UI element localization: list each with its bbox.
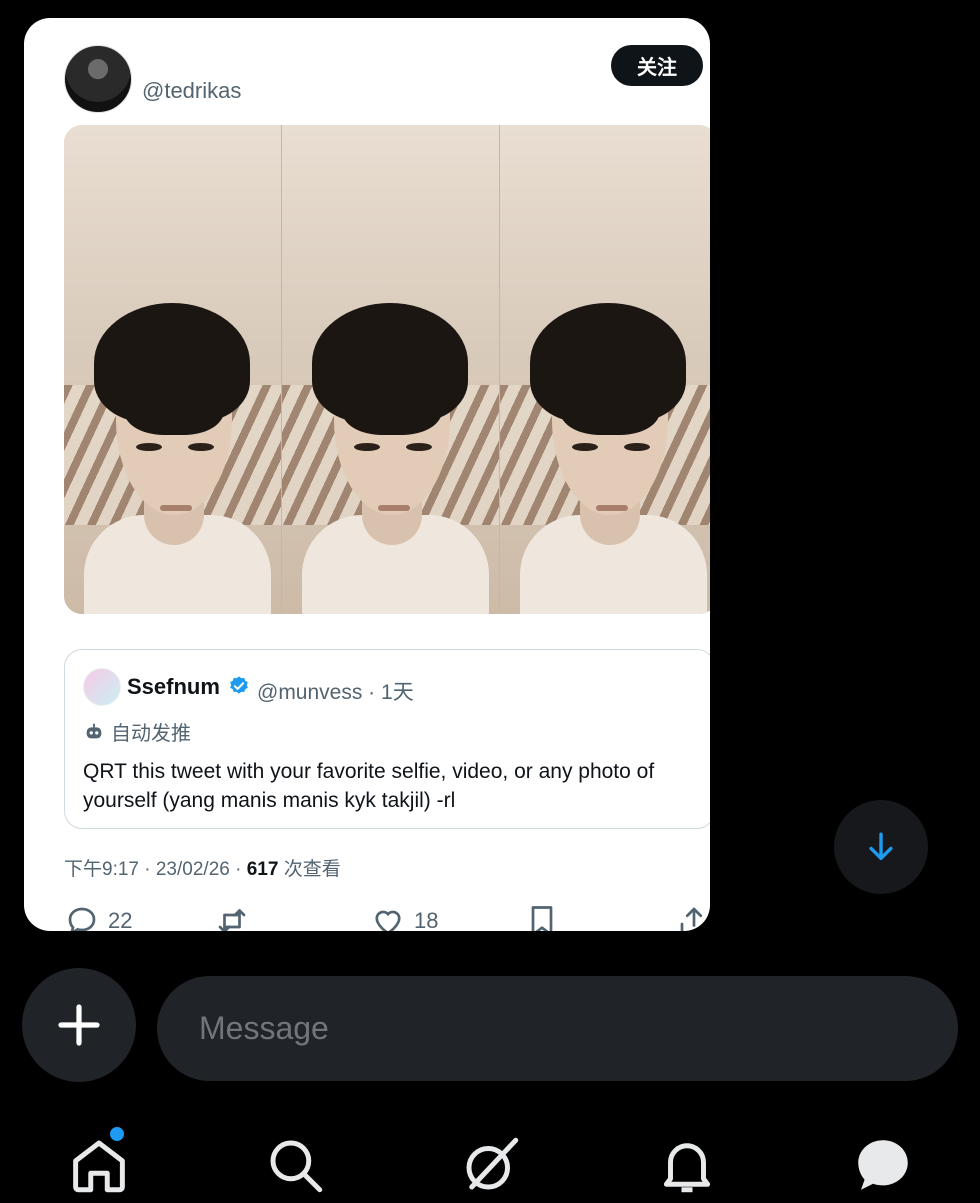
quoted-tweet[interactable]: Ssefnum @munvess · 1天 自动发推 QRT this twee… xyxy=(64,649,710,829)
follow-button[interactable]: 关注 xyxy=(611,45,703,86)
messages-icon xyxy=(858,1140,908,1190)
grok-icon xyxy=(466,1137,519,1190)
tab-search[interactable] xyxy=(262,1132,328,1198)
heart-icon xyxy=(375,910,401,931)
quoted-avatar[interactable] xyxy=(83,668,121,706)
bookmark-button[interactable] xyxy=(524,903,560,931)
home-icon xyxy=(73,1140,125,1193)
reply-button[interactable]: 22 xyxy=(64,903,132,931)
tab-home[interactable] xyxy=(66,1132,132,1198)
robot-icon xyxy=(86,723,102,738)
share-button[interactable] xyxy=(676,903,710,931)
tweet-actions: 22 18 xyxy=(64,903,710,931)
tab-notifications[interactable] xyxy=(654,1132,720,1198)
repost-icon xyxy=(218,909,246,931)
bottom-tab-bar xyxy=(0,1120,980,1200)
bookmark-icon xyxy=(531,906,553,931)
tweet-media[interactable] xyxy=(64,125,710,614)
tweet-meta: 下午9:17 · 23/02/26 · 617 次查看 xyxy=(64,854,341,881)
home-notification-dot xyxy=(110,1127,124,1141)
quoted-text: QRT this tweet with your favorite selfie… xyxy=(83,760,655,812)
selfie-photo xyxy=(500,125,710,614)
automated-text: 自动发推 xyxy=(111,723,191,745)
like-button[interactable]: 18 xyxy=(370,903,438,931)
selfie-photo xyxy=(64,125,282,614)
selfie-photo xyxy=(282,125,500,614)
search-icon xyxy=(270,1140,323,1193)
tab-grok[interactable] xyxy=(458,1132,524,1198)
share-icon xyxy=(680,907,708,931)
like-count: 18 xyxy=(414,908,439,931)
plus-icon xyxy=(58,1004,100,1046)
tweet-timestamp[interactable]: 下午9:17 · 23/02/26 · xyxy=(64,859,247,880)
quoted-display-name: Ssefnum xyxy=(127,674,220,699)
tweet-card[interactable]: @tedrikas 关注 Ssefnum @munvess · 1天 自动发推 … xyxy=(24,18,710,931)
quoted-handle-time: @munvess · 1天 xyxy=(257,681,414,704)
repost-button[interactable] xyxy=(214,903,250,931)
bell-icon xyxy=(663,1143,711,1193)
arrow-down-icon xyxy=(869,832,893,861)
add-attachment-button[interactable] xyxy=(22,968,136,1082)
scroll-to-bottom-button[interactable] xyxy=(834,800,928,894)
verified-badge-icon xyxy=(230,676,248,694)
tab-messages[interactable] xyxy=(850,1132,916,1198)
reply-icon xyxy=(68,907,96,931)
reply-count: 22 xyxy=(108,908,133,931)
views-count: 617 xyxy=(246,859,279,880)
author-handle[interactable]: @tedrikas xyxy=(142,78,241,104)
message-input[interactable] xyxy=(157,976,958,1081)
views-label: 次查看 xyxy=(278,859,341,880)
automated-label: 自动发推 xyxy=(83,717,191,746)
author-avatar[interactable] xyxy=(64,45,132,113)
